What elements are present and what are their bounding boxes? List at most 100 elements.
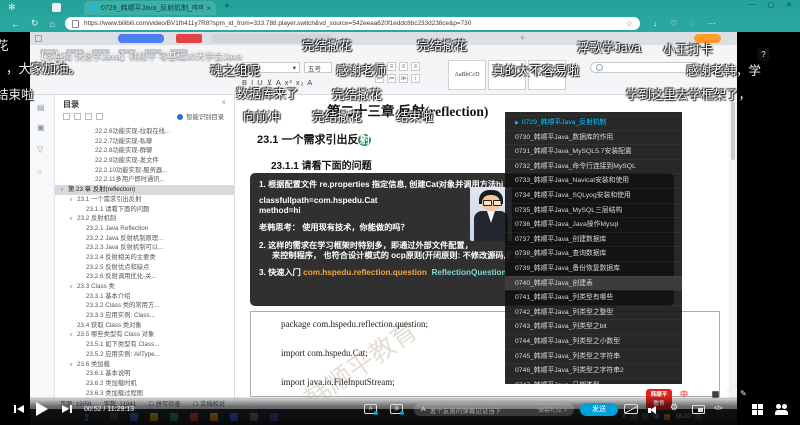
player-settings-icon[interactable]: ⚙ [670,402,678,413]
playlist-item[interactable]: ▶0734_韩顺平Java_SQLyog安装和使用 [505,188,682,203]
playlist-item[interactable]: ▶0741_韩顺平Java_列类型有哪些 [505,290,682,305]
line-spacing-icon[interactable]: ↕ [411,74,420,83]
toc-item[interactable]: 23.2.3 Java 反射机制可以... [55,243,235,253]
playlist-item[interactable]: ▶0742_韩顺平Java_列类型之整型 [505,305,682,320]
browser-tab[interactable]: 0729_韩顺平Java_反射机制_哔哩 × [84,1,216,15]
collections-icon[interactable]: ♡ [670,19,677,28]
picture-in-picture-icon[interactable] [692,405,705,414]
profile-icon[interactable]: ◌ [690,19,695,28]
smart-toc-toggle[interactable]: 智能识别目录 [177,112,224,121]
browser-logo-icon[interactable]: ✻ [8,2,16,13]
playlist-item[interactable]: ▶0733_韩顺平Java_Navicat安装和使用 [505,173,682,188]
video-player[interactable]: + 宋体▾ 五号 B I U ⊻ A x² x₂ A ≡ ≡ ≡ [0,32,800,425]
wps-active-doc-tab[interactable] [118,34,164,43]
toc-item[interactable]: 22.2.8功能实现-群聊 [55,146,235,156]
toc-tool-icon[interactable] [74,113,81,120]
send-danmaku-button[interactable]: 发送 [580,403,618,416]
toc-item[interactable]: 23.3.3 应用实例: Class... [55,311,235,321]
ribbon-search-box[interactable] [590,62,700,73]
chevron-down-icon[interactable]: ∨ [60,186,68,195]
danmaku-style-icon[interactable]: 弹 [390,404,403,414]
toc-item[interactable]: 23.6.2 类加载时机 [55,379,235,389]
outline-panel-icon[interactable]: ▤ [37,103,45,112]
downloads-icon[interactable]: ↓ [653,19,657,28]
back-icon[interactable]: ← [11,19,20,29]
playlist-item[interactable]: ▶0738_韩顺平Java_查询数据库 [505,246,682,261]
playlist-item[interactable]: ▶0744_韩顺平Java_列类型之小数型 [505,334,682,349]
toc-item[interactable]: 23.2.5 反射优点和缺点 [55,263,235,273]
playlist-item[interactable]: ▶0730_韩顺平Java_数据库的作用 [505,130,682,145]
toc-item[interactable]: ∨23.5 哪些类型有 Class 对象 [55,330,235,340]
playlist-item[interactable]: ▶0737_韩顺平Java_创建数据库 [505,232,682,247]
playlist-item[interactable]: ▶0732_韩顺平Java_命令行连接到MySQL [505,159,682,174]
subtitle-icon[interactable]: 中 [680,389,688,400]
scrollbar-thumb[interactable] [731,102,735,160]
player-skin-icon[interactable]: T [726,389,730,396]
toc-item[interactable]: 22.2.6功能实现-拉取在线... [55,127,235,137]
wps-new-doc-icon[interactable]: + [520,33,525,43]
chevron-down-icon[interactable]: ∨ [69,331,77,340]
close-tab-icon[interactable]: × [206,4,211,13]
number-list-icon[interactable]: ≔ [387,74,396,83]
toc-item[interactable]: ∨23.6 类加载 [55,360,235,370]
danmaku-font-icon[interactable]: A [421,406,426,413]
style-gallery-item[interactable]: AaBbCcD [448,60,486,90]
chevron-down-icon[interactable]: ∨ [69,283,77,292]
align-right-icon[interactable]: ≡ [399,62,408,71]
danmaku-input[interactable]: A 发个友善的弹幕见证当下 弹幕礼仪 > [414,403,574,416]
close-window-button[interactable]: ✕ [786,1,792,9]
toc-item[interactable]: ∨第 23 章 反射(reflection) [55,185,235,195]
favorite-icon[interactable]: ☆ [626,19,633,28]
toc-item[interactable]: 23.3.1 基本介绍 [55,292,235,302]
find-icon[interactable]: ○ [37,167,42,176]
maximize-button[interactable]: ▢ [768,1,775,9]
playlist-item[interactable]: ▶0747_韩顺平Java_日期类型 [505,378,682,384]
danmaku-toggle-off-icon[interactable] [624,404,638,414]
wps-premium-chip[interactable] [176,34,202,43]
previous-episode-button[interactable] [14,405,24,413]
align-center-icon[interactable]: ≡ [387,62,396,71]
toc-item[interactable]: 23.4 获取 Class 类对象 [55,321,235,331]
new-tab-button[interactable]: + [224,1,230,12]
chevron-down-icon[interactable]: ∨ [69,361,77,370]
playlist-item[interactable]: ▶0735_韩顺平Java_MySQL三层结构 [505,203,682,218]
night-mode-icon[interactable]: ☾ [697,389,704,398]
toc-item[interactable]: 22.2.10功能实现-服务器... [55,166,235,176]
toc-item[interactable]: ∨23.2 反射机制 [55,214,235,224]
playlist-item[interactable]: ▶0736_韩顺平Java_Java操作Mysql [505,217,682,232]
playlist-item[interactable]: ▶0745_韩顺平Java_列类型之字符串 [505,349,682,364]
toc-tool-icon[interactable] [85,113,92,120]
refresh-icon[interactable]: ↻ [31,18,39,29]
playlist-item[interactable]: ▶0743_韩顺平Java_列类型之bit [505,319,682,334]
pinned-page-icon[interactable] [52,3,61,12]
toc-item[interactable]: ∨23.1 一个需求引出反射 [55,195,235,205]
toc-item[interactable]: 22.2.9功能实现-发文件 [55,156,235,166]
toc-item[interactable]: 23.5.2 应用实例: AllType... [55,350,235,360]
indent-icon[interactable]: ≫ [399,74,408,83]
watch-together-icon[interactable] [776,404,781,409]
danmaku-etiquette-link[interactable]: 弹幕礼仪 > [538,405,567,414]
play-button[interactable] [36,402,48,416]
bookmark-icon[interactable]: ▽ [37,145,43,154]
playlist-item[interactable]: ▶0739_韩顺平Java_备份恢复数据库 [505,261,682,276]
chevron-down-icon[interactable]: ∨ [69,215,77,224]
screenshot-extension-icon[interactable] [712,391,719,398]
address-input[interactable]: https://www.bilibili.com/video/BV1fh411y… [65,17,640,30]
note-icon[interactable]: ✎ [740,389,747,398]
toc-item[interactable]: 23.2.2 Java 反射机制原理... [55,234,235,244]
toc-item[interactable]: 23.5.1 如下类型有 Class... [55,340,235,350]
home-icon[interactable]: ⌂ [50,19,55,29]
toc-close-icon[interactable]: × [221,98,226,107]
toc-item[interactable]: 23.3.2 Class 类的常用方... [55,301,235,311]
widescreen-icon[interactable] [752,404,757,409]
playlist-item[interactable]: ▶0731_韩顺平Java_MySQL5.7安装配置 [505,144,682,159]
playlist-item[interactable]: ▶0740_韩顺平Java_创建表 [505,276,682,291]
danmaku-settings-icon[interactable]: A [364,404,377,414]
toc-item[interactable]: 23.2.1 Java Reflection [55,224,235,234]
toc-item[interactable]: 22.2.7功能实现-私聊 [55,137,235,147]
toc-item[interactable]: 23.6.1 基本说明 [55,369,235,379]
justify-icon[interactable]: ≡ [411,62,420,71]
toc-item[interactable]: 23.2.6 反射调用优化-关... [55,272,235,282]
toc-tool-icon[interactable] [96,113,103,120]
help-icon[interactable]: ? [757,48,770,61]
